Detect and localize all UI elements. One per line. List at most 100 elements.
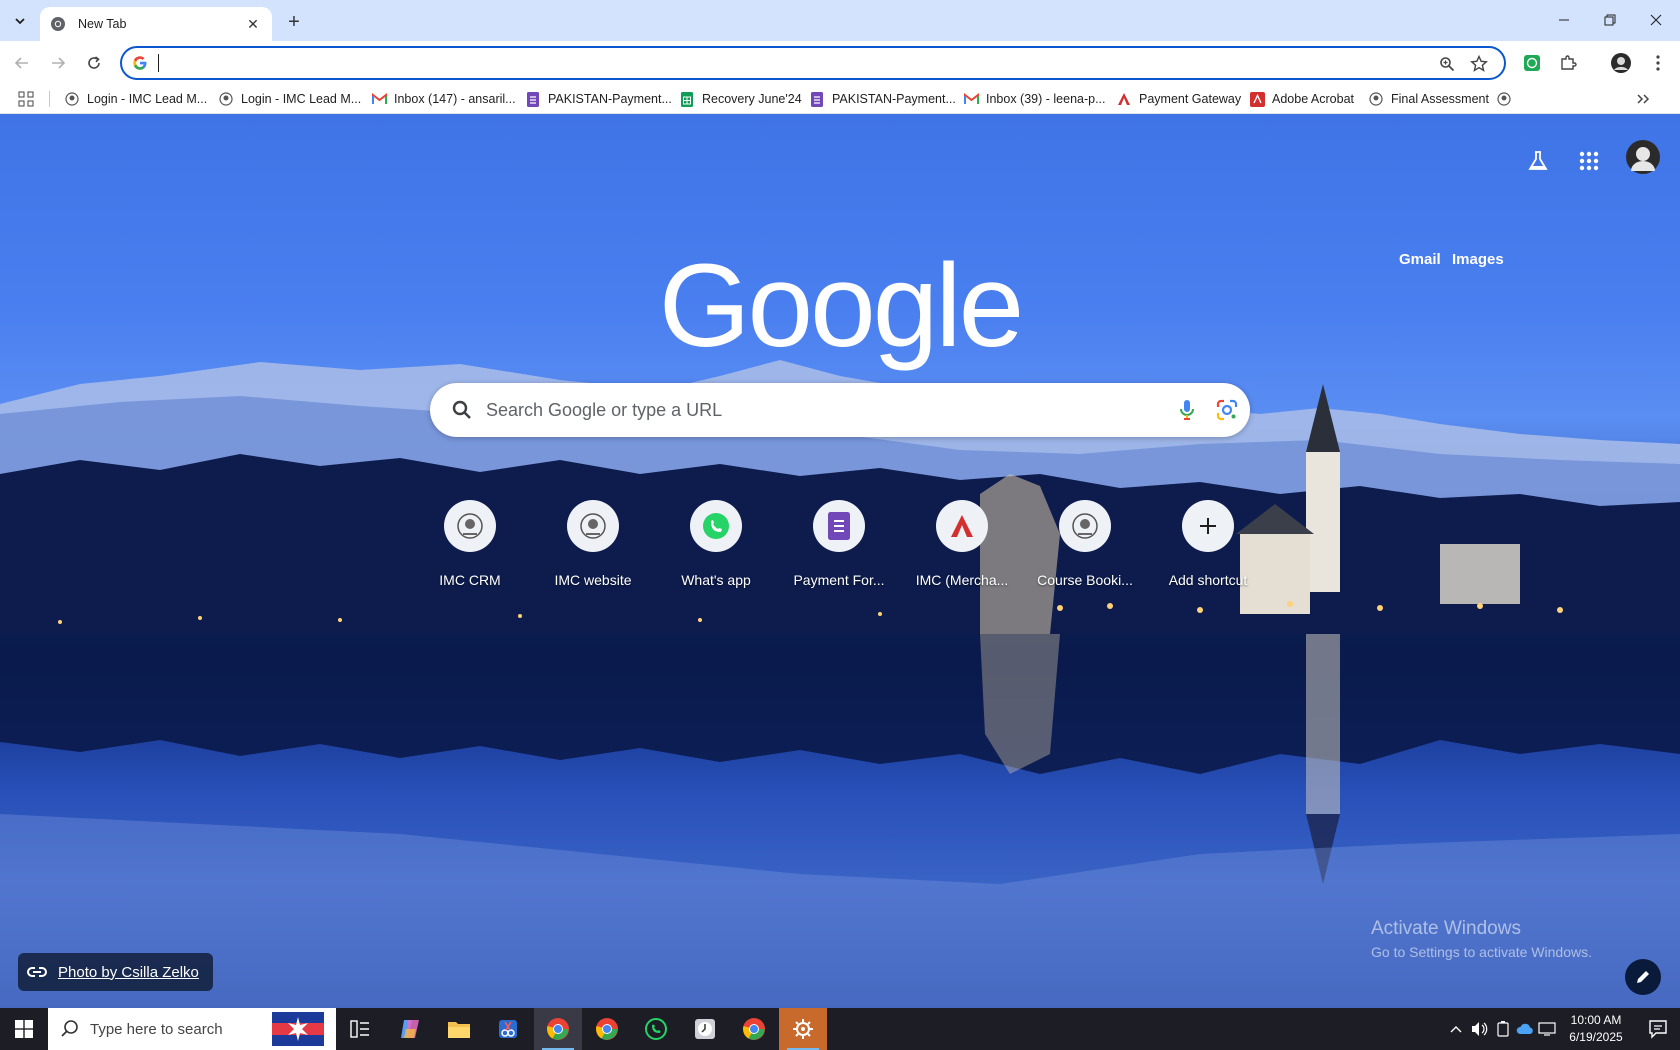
bookmark-item[interactable]: Final Assessment xyxy=(1368,89,1489,109)
zoom-icon[interactable] xyxy=(1436,53,1458,75)
bookmark-item[interactable]: Recovery June'24 xyxy=(679,89,802,109)
extensions-button[interactable] xyxy=(1554,49,1582,77)
google-g-icon xyxy=(133,56,147,70)
scissors-icon xyxy=(499,1020,517,1038)
shortcut-whatsapp[interactable]: What's app xyxy=(660,500,772,600)
bookmark-label: PAKISTAN-Payment... xyxy=(548,92,672,106)
taskbar-search[interactable] xyxy=(48,1008,336,1050)
ntp-search-input[interactable] xyxy=(486,397,1136,423)
tab-new-tab[interactable]: New Tab ✕ xyxy=(40,7,272,41)
speaker-icon xyxy=(1472,1022,1488,1036)
google-lens-icon[interactable] xyxy=(1214,397,1240,423)
whatsapp-extension-icon xyxy=(1524,55,1540,71)
close-tab-icon[interactable]: ✕ xyxy=(244,15,262,33)
chrome-app-2[interactable] xyxy=(583,1008,631,1050)
shortcut-course-booking[interactable]: Course Booki... xyxy=(1029,500,1141,600)
shortcut-payment-form[interactable]: Payment For... xyxy=(783,500,895,600)
apps-button[interactable] xyxy=(18,89,34,109)
shortcut-label: Add shortcut xyxy=(1168,572,1248,588)
back-button[interactable] xyxy=(8,49,36,77)
bookmark-item[interactable]: Login - IMC Lead M... xyxy=(64,89,207,109)
labs-button[interactable] xyxy=(1527,146,1549,176)
avatar xyxy=(1611,53,1631,73)
forward-button[interactable] xyxy=(44,49,72,77)
task-view-button[interactable] xyxy=(336,1008,384,1050)
chrome-icon xyxy=(51,17,65,31)
ntp-search-box[interactable] xyxy=(430,383,1250,437)
add-shortcut-button[interactable]: Add shortcut xyxy=(1152,500,1264,600)
clock-app[interactable] xyxy=(681,1008,729,1050)
menu-button[interactable] xyxy=(1644,49,1672,77)
puzzle-icon xyxy=(1561,55,1577,70)
kebab-menu-icon xyxy=(1656,55,1660,71)
bookmark-item[interactable]: PAKISTAN-Payment... xyxy=(809,89,956,109)
volume-button[interactable] xyxy=(1468,1008,1492,1050)
profile-button[interactable] xyxy=(1607,49,1635,77)
apps-grid-icon xyxy=(18,91,34,107)
bookmark-item[interactable]: PAKISTAN-Payment... xyxy=(525,89,672,109)
onedrive-button[interactable] xyxy=(1514,1008,1536,1050)
bookmark-item[interactable]: Inbox (147) - ansaril... xyxy=(371,89,516,109)
shortcut-imc-crm[interactable]: IMC CRM xyxy=(414,500,526,600)
address-input[interactable] xyxy=(158,53,1398,73)
account-avatar[interactable] xyxy=(1625,140,1661,174)
notifications-button[interactable] xyxy=(1636,1008,1680,1050)
start-button[interactable] xyxy=(0,1008,48,1050)
snipping-app[interactable] xyxy=(484,1008,532,1050)
chrome-icon xyxy=(547,1018,569,1040)
tab-title: New Tab xyxy=(78,17,127,31)
bookmark-item[interactable]: Adobe Acrobat xyxy=(1249,89,1354,109)
copilot-app[interactable] xyxy=(386,1008,434,1050)
folder-icon xyxy=(448,1022,470,1038)
bookmarks-overflow-button[interactable] xyxy=(1636,89,1650,109)
microphone-icon[interactable] xyxy=(1174,397,1200,423)
shortcut-label: Payment For... xyxy=(793,572,885,588)
text-caret xyxy=(158,54,159,72)
bookmark-item-overflow[interactable] xyxy=(1496,89,1519,109)
minimize-button[interactable] xyxy=(1541,0,1587,40)
whatsapp-app[interactable] xyxy=(632,1008,680,1050)
bookmark-label: Adobe Acrobat xyxy=(1272,92,1355,106)
customize-button[interactable] xyxy=(1625,959,1661,995)
power-button[interactable] xyxy=(1492,1008,1514,1050)
reload-button[interactable] xyxy=(80,49,108,77)
system-clock[interactable]: 10:00 AM 6/19/2025 xyxy=(1556,1012,1636,1046)
chrome-icon xyxy=(743,1018,765,1040)
bookmark-label: Final Assessment xyxy=(1391,92,1489,106)
taskbar-search-input[interactable] xyxy=(90,1020,260,1038)
gmail-icon xyxy=(371,91,387,107)
shortcut-imc-website[interactable]: IMC website xyxy=(537,500,649,600)
imc-icon xyxy=(1368,91,1384,107)
whatsapp-extension-button[interactable] xyxy=(1518,49,1546,77)
restore-button[interactable] xyxy=(1587,0,1633,40)
shortcut-imc-merchant[interactable]: IMC (Mercha... xyxy=(906,500,1018,600)
imc-icon xyxy=(218,91,234,107)
bookmark-item[interactable]: Login - IMC Lead M... xyxy=(218,89,361,109)
tab-search-button[interactable] xyxy=(8,9,32,33)
forward-arrow-icon xyxy=(52,57,66,69)
show-hidden-icons-button[interactable] xyxy=(1444,1008,1468,1050)
settings-app[interactable] xyxy=(779,1008,827,1050)
google-apps-button[interactable] xyxy=(1579,146,1599,176)
photo-attribution[interactable]: Photo by Csilla Zelko xyxy=(18,953,213,991)
whatsapp-icon xyxy=(645,1018,667,1040)
copilot-icon xyxy=(401,1020,419,1038)
cloud-icon xyxy=(1516,1023,1533,1034)
clock-date: 6/19/2025 xyxy=(1569,1030,1623,1044)
activate-title: Activate Windows xyxy=(1371,918,1521,939)
file-explorer-app[interactable] xyxy=(435,1008,483,1050)
new-tab-button[interactable]: + xyxy=(281,9,307,35)
sheets-icon xyxy=(679,91,695,107)
bookmark-star-icon[interactable] xyxy=(1468,53,1490,75)
address-bar[interactable] xyxy=(120,46,1506,80)
search-icon xyxy=(452,400,471,419)
bookmark-item[interactable]: Inbox (39) - leena-p... xyxy=(963,89,1106,109)
imc-icon xyxy=(1496,91,1512,107)
bookmark-item[interactable]: Payment Gateway xyxy=(1116,89,1241,109)
flask-icon xyxy=(1528,151,1548,170)
close-window-button[interactable] xyxy=(1633,0,1679,40)
new-tab-page: Gmail Images Google IMC CRM xyxy=(0,114,1680,1008)
chrome-app-3[interactable] xyxy=(730,1008,778,1050)
chrome-app-1[interactable] xyxy=(534,1008,582,1050)
network-button[interactable] xyxy=(1536,1008,1558,1050)
